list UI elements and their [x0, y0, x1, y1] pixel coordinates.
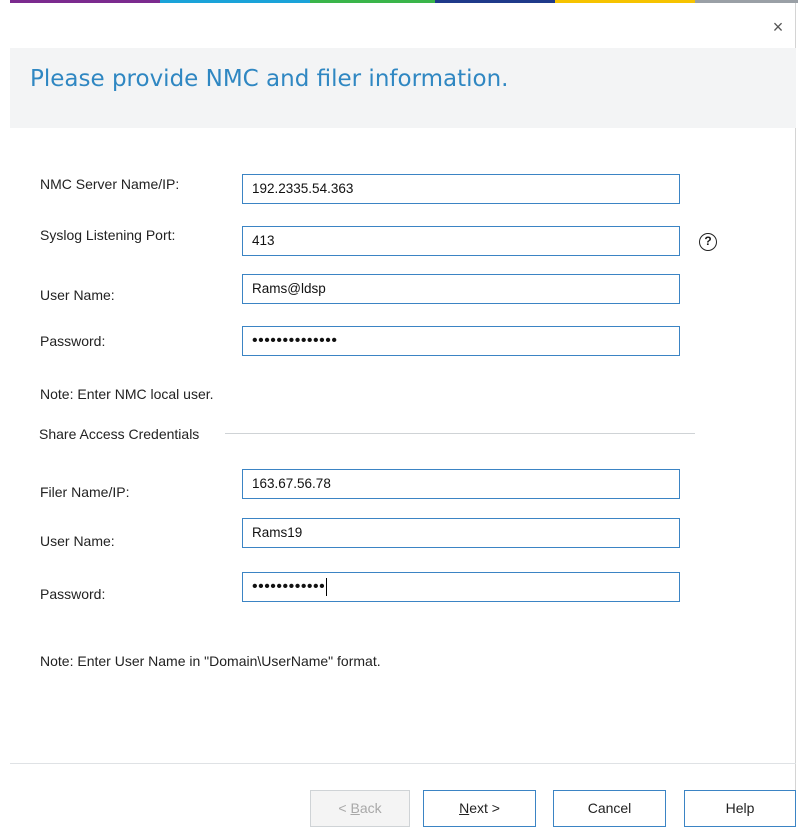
nmc-server-input[interactable]: 192.2335.54.363	[242, 174, 680, 204]
text-caret	[326, 577, 328, 596]
form-content: NMC Server Name/IP: 192.2335.54.363 Sysl…	[10, 128, 796, 758]
share-note: Note: Enter User Name in "Domain\UserNam…	[40, 653, 381, 669]
nmc-password-label: Password:	[40, 333, 106, 349]
page-title: Please provide NMC and filer information…	[30, 66, 509, 92]
nmc-password-input[interactable]: ••••••••••••••	[242, 326, 680, 356]
next-mnemonic: N	[459, 800, 470, 816]
cancel-button[interactable]: Cancel	[553, 790, 666, 827]
close-icon[interactable]: ×	[767, 16, 789, 38]
dialog-window: × Please provide NMC and filer informati…	[0, 0, 798, 827]
syslog-port-input[interactable]: 413	[242, 226, 680, 256]
share-password-label: Password:	[40, 586, 106, 602]
nmc-user-label: User Name:	[40, 287, 115, 303]
group-divider	[225, 433, 695, 434]
footer-divider	[10, 763, 796, 764]
next-button[interactable]: Next >	[423, 790, 536, 827]
next-rest: ext >	[469, 800, 500, 816]
share-password-value: ••••••••••••	[252, 578, 326, 595]
back-prefix: <	[338, 800, 351, 816]
share-password-input[interactable]: ••••••••••••	[242, 572, 680, 602]
back-rest: ack	[359, 800, 382, 816]
back-button[interactable]: < Back	[310, 790, 410, 827]
help-icon[interactable]: ?	[699, 233, 717, 251]
nmc-user-input[interactable]: Rams@ldsp	[242, 274, 680, 304]
dialog-header: Please provide NMC and filer information…	[10, 48, 796, 128]
nmc-note: Note: Enter NMC local user.	[40, 386, 214, 402]
share-group-title: Share Access Credentials	[39, 426, 204, 442]
share-user-label: User Name:	[40, 533, 115, 549]
filer-input[interactable]: 163.67.56.78	[242, 469, 680, 499]
help-button[interactable]: Help	[684, 790, 796, 827]
accent-strip	[10, 0, 798, 3]
share-user-input[interactable]: Rams19	[242, 518, 680, 548]
filer-label: Filer Name/IP:	[40, 484, 130, 500]
back-mnemonic: B	[350, 800, 360, 816]
syslog-port-label: Syslog Listening Port:	[40, 227, 176, 243]
nmc-server-label: NMC Server Name/IP:	[40, 176, 180, 192]
